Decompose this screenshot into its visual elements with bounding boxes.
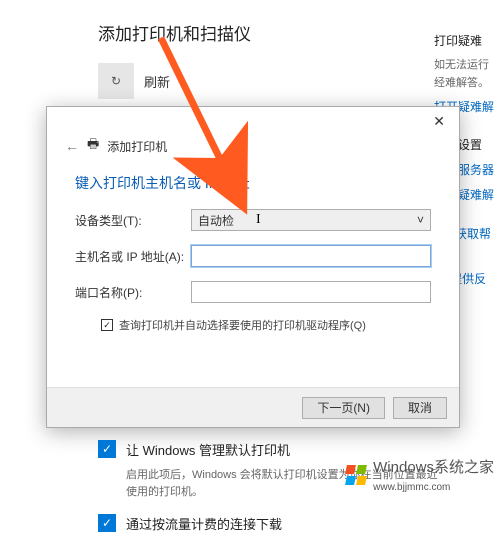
- back-arrow-icon[interactable]: ←: [65, 138, 79, 154]
- dialog-title: 键入打印机主机名或 IP 地址: [47, 167, 459, 209]
- watermark: Windows系统之家 www.bjjmmc.com: [345, 456, 494, 494]
- refresh-label: 刷新: [144, 72, 170, 91]
- chevron-down-icon: ˅: [417, 213, 424, 227]
- port-input[interactable]: [191, 281, 431, 303]
- troubleshoot-text2: 经难解答。: [434, 75, 500, 93]
- host-label: 主机名或 IP 地址(A):: [75, 248, 191, 265]
- refresh-icon: ↻: [98, 63, 134, 99]
- metered-label: 通过按流量计费的连接下载: [126, 514, 282, 533]
- dialog-breadcrumb: 添加打印机: [107, 138, 167, 155]
- host-input[interactable]: [191, 245, 431, 267]
- device-type-value: 自动检: [198, 212, 234, 229]
- port-label: 端口名称(P):: [75, 284, 191, 301]
- windows-logo-icon: [345, 464, 367, 486]
- device-type-select[interactable]: 自动检 ˅: [191, 209, 431, 231]
- troubleshoot-text: 如无法运行: [434, 57, 500, 75]
- printer-icon: 🖶: [87, 135, 99, 157]
- watermark-text: Windows系统之家: [373, 459, 494, 476]
- query-printer-checkbox[interactable]: ✓: [101, 319, 113, 331]
- next-button[interactable]: 下一页(N): [302, 397, 385, 419]
- metered-checkbox[interactable]: ✓: [98, 514, 116, 532]
- device-type-label: 设备类型(T):: [75, 212, 191, 229]
- manage-default-checkbox[interactable]: ✓: [98, 440, 116, 458]
- troubleshoot-heading: 打印疑难: [434, 32, 500, 51]
- query-printer-label: 查询打印机并自动选择要使用的打印机驱动程序(Q): [119, 317, 366, 333]
- cancel-button[interactable]: 取消: [393, 397, 447, 419]
- close-button[interactable]: ✕: [425, 111, 453, 132]
- get-help-link[interactable]: 获取帮: [455, 225, 491, 244]
- watermark-url: www.bjjmmc.com: [373, 482, 450, 493]
- manage-default-label: 让 Windows 管理默认打印机: [126, 440, 290, 459]
- add-printer-dialog: ✕ ← 🖶 添加打印机 键入打印机主机名或 IP 地址 设备类型(T): 自动检…: [46, 106, 460, 428]
